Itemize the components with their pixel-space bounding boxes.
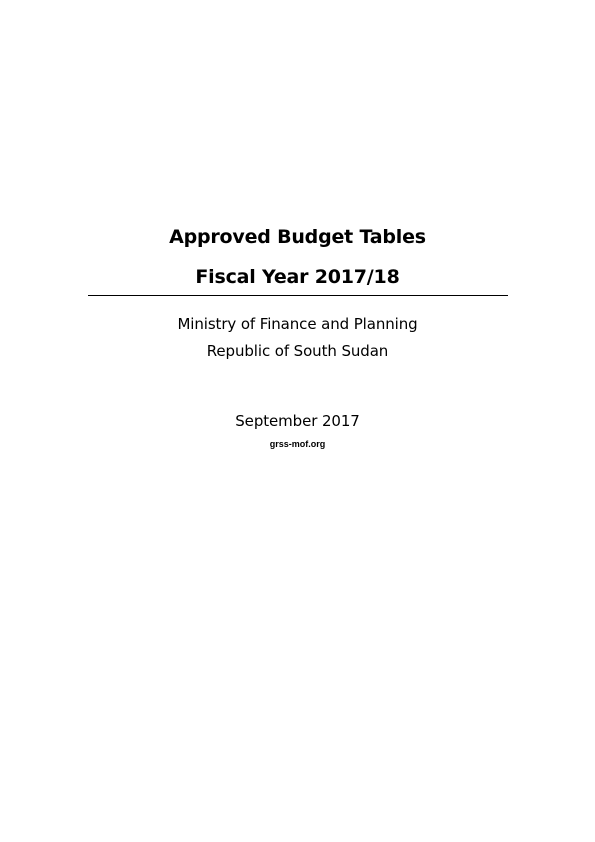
country-name: Republic of South Sudan [206,342,389,360]
title-divider [88,295,508,296]
fiscal-year-title: Fiscal Year 2017/18 [195,266,400,288]
document-title: Approved Budget Tables [169,226,426,248]
cover-page: Approved Budget Tables Fiscal Year 2017/… [0,0,595,842]
publication-date: September 2017 [235,412,360,430]
website-url: grss-mof.org [269,439,326,449]
ministry-name: Ministry of Finance and Planning [177,315,418,333]
